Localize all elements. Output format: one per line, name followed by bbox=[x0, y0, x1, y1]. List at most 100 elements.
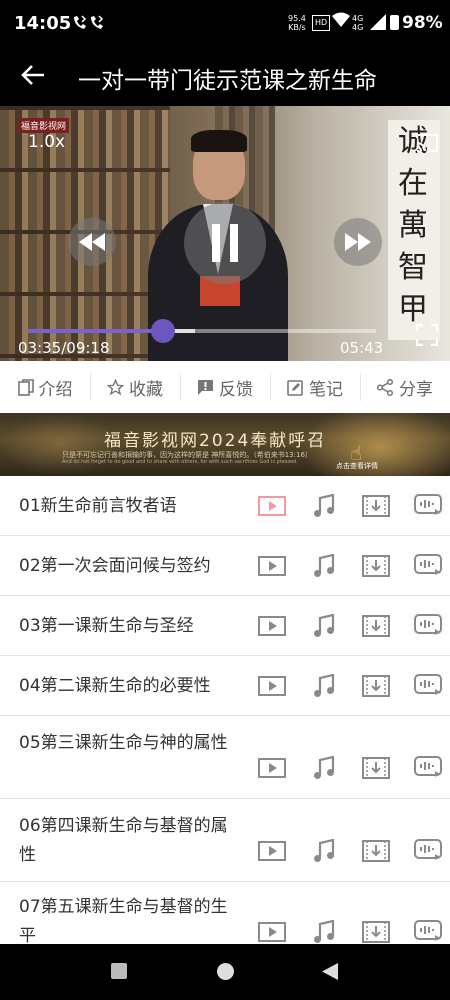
seek-bar[interactable] bbox=[28, 329, 376, 333]
audio-wave-icon[interactable] bbox=[402, 553, 450, 579]
lesson-row[interactable]: 02第一次会面问候与签约 bbox=[0, 536, 450, 596]
action-bar: 介绍 收藏 反馈 笔记 分享 bbox=[0, 361, 450, 413]
playback-speed[interactable]: 1.0x bbox=[28, 132, 65, 152]
audio-note-icon[interactable] bbox=[298, 673, 350, 699]
seek-thumb[interactable] bbox=[150, 319, 175, 343]
lte-badge: 4G 4G bbox=[352, 14, 363, 32]
feedback-button[interactable]: 反馈 bbox=[180, 361, 270, 413]
video-player[interactable]: 诚 在 萬 智 甲 福音影视网 1.0x 03:35/09:18 05:43 bbox=[0, 106, 450, 361]
lesson-media-icons bbox=[246, 673, 450, 699]
download-icon[interactable] bbox=[350, 613, 402, 639]
video-play-icon[interactable] bbox=[246, 838, 298, 864]
audio-note-icon[interactable] bbox=[298, 613, 350, 639]
battery-icon bbox=[390, 15, 399, 30]
download-icon[interactable] bbox=[350, 493, 402, 519]
pause-button[interactable] bbox=[184, 202, 266, 284]
current-time: 03:35/09:18 bbox=[18, 339, 110, 357]
audio-note-icon[interactable] bbox=[298, 493, 350, 519]
audio-note-icon[interactable] bbox=[298, 919, 350, 944]
video-play-icon[interactable] bbox=[246, 673, 298, 699]
copy-icon bbox=[17, 378, 34, 396]
recents-icon[interactable] bbox=[110, 962, 128, 984]
share-button[interactable]: 分享 bbox=[360, 361, 450, 413]
lesson-title: 05第三课新生命与神的属性 bbox=[19, 733, 228, 753]
note-icon bbox=[287, 379, 303, 396]
home-icon[interactable] bbox=[216, 962, 235, 985]
lesson-row[interactable]: 05第三课新生命与神的属性 bbox=[0, 716, 450, 799]
lte-bottom: 4G bbox=[352, 23, 364, 32]
scroll-char: 在 bbox=[398, 166, 428, 201]
back-arrow-icon[interactable] bbox=[20, 62, 46, 88]
lesson-title: 02第一次会面问候与签约 bbox=[19, 556, 211, 576]
rewind-button[interactable] bbox=[68, 218, 116, 266]
call-forward-icon bbox=[72, 14, 106, 36]
audio-note-icon[interactable] bbox=[298, 553, 350, 579]
audio-wave-icon[interactable] bbox=[402, 493, 450, 519]
donation-banner[interactable]: 福音影视网2024奉献呼召 只是不可忘记行善和捐输的事，因为这样的祭是 神所喜悦… bbox=[0, 413, 450, 476]
video-play-icon[interactable] bbox=[246, 919, 298, 944]
download-icon[interactable] bbox=[350, 553, 402, 579]
lesson-title: 03第一课新生命与圣经 bbox=[19, 616, 194, 636]
lte-top: 4G bbox=[352, 14, 364, 23]
favorite-label: 收藏 bbox=[129, 379, 163, 400]
download-icon[interactable] bbox=[350, 919, 402, 944]
system-nav-bar bbox=[0, 944, 450, 1000]
intro-button[interactable]: 介绍 bbox=[0, 361, 90, 413]
progress-bar bbox=[28, 329, 163, 333]
audio-note-icon[interactable] bbox=[298, 838, 350, 864]
signal-icon bbox=[370, 14, 386, 34]
lesson-media-icons bbox=[246, 553, 450, 579]
audio-wave-icon[interactable] bbox=[402, 838, 450, 864]
share-label: 分享 bbox=[399, 379, 433, 400]
notes-label: 笔记 bbox=[309, 379, 343, 400]
net-speed-value: 95.4 bbox=[288, 14, 306, 23]
rewind-icon bbox=[79, 233, 105, 251]
lesson-title: 06第四课新生命与基督的属性 bbox=[19, 816, 228, 865]
status-time: 14:05 bbox=[14, 13, 72, 34]
pause-icon bbox=[212, 224, 238, 262]
lesson-title: 01新生命前言牧者语 bbox=[19, 496, 177, 516]
lesson-media-icons bbox=[246, 613, 450, 639]
lesson-media-icons bbox=[246, 493, 450, 519]
wifi-icon bbox=[332, 12, 350, 32]
audio-note-icon[interactable] bbox=[298, 755, 350, 781]
share-icon bbox=[377, 378, 394, 396]
audio-wave-icon[interactable] bbox=[402, 755, 450, 781]
video-play-icon[interactable] bbox=[246, 493, 298, 519]
scroll-char: 智 bbox=[398, 250, 428, 285]
banner-subtitle-en: And do not forget to do good and to shar… bbox=[62, 459, 298, 465]
net-speed-unit: KB/s bbox=[288, 23, 306, 32]
scroll-char: 萬 bbox=[398, 208, 428, 243]
lesson-media-icons bbox=[246, 838, 450, 864]
lesson-row[interactable]: 03第一课新生命与圣经 bbox=[0, 596, 450, 656]
lesson-row[interactable]: 04第二课新生命的必要性 bbox=[0, 656, 450, 716]
download-icon[interactable] bbox=[350, 755, 402, 781]
audio-wave-icon[interactable] bbox=[402, 613, 450, 639]
download-icon[interactable] bbox=[350, 838, 402, 864]
cast-icon[interactable] bbox=[414, 132, 440, 158]
back-nav-icon[interactable] bbox=[321, 962, 339, 985]
video-play-icon[interactable] bbox=[246, 553, 298, 579]
app-bar: 一对一带门徒示范课之新生命 bbox=[0, 46, 450, 106]
favorite-button[interactable]: 收藏 bbox=[90, 361, 180, 413]
channel-logo: 福音影视网 bbox=[18, 118, 70, 133]
hd-badge: HD bbox=[312, 15, 331, 31]
fast-forward-button[interactable] bbox=[334, 218, 382, 266]
lesson-media-icons bbox=[246, 755, 450, 781]
lesson-row[interactable]: 06第四课新生命与基督的属性 bbox=[0, 799, 450, 882]
audio-wave-icon[interactable] bbox=[402, 919, 450, 944]
fullscreen-icon[interactable] bbox=[415, 323, 439, 350]
video-play-icon[interactable] bbox=[246, 755, 298, 781]
notes-button[interactable]: 笔记 bbox=[270, 361, 360, 413]
audio-wave-icon[interactable] bbox=[402, 673, 450, 699]
page-title: 一对一带门徒示范课之新生命 bbox=[78, 68, 377, 94]
lesson-row[interactable]: 07第五课新生命与基督的生平 bbox=[0, 882, 450, 944]
net-speed: 95.4 KB/s bbox=[288, 14, 306, 32]
fast-forward-icon bbox=[345, 233, 371, 251]
video-play-icon[interactable] bbox=[246, 613, 298, 639]
star-icon bbox=[107, 378, 124, 395]
lesson-title: 04第二课新生命的必要性 bbox=[19, 676, 211, 696]
download-icon[interactable] bbox=[350, 673, 402, 699]
lesson-row[interactable]: 01新生命前言牧者语 bbox=[0, 476, 450, 536]
feedback-icon bbox=[198, 379, 213, 395]
